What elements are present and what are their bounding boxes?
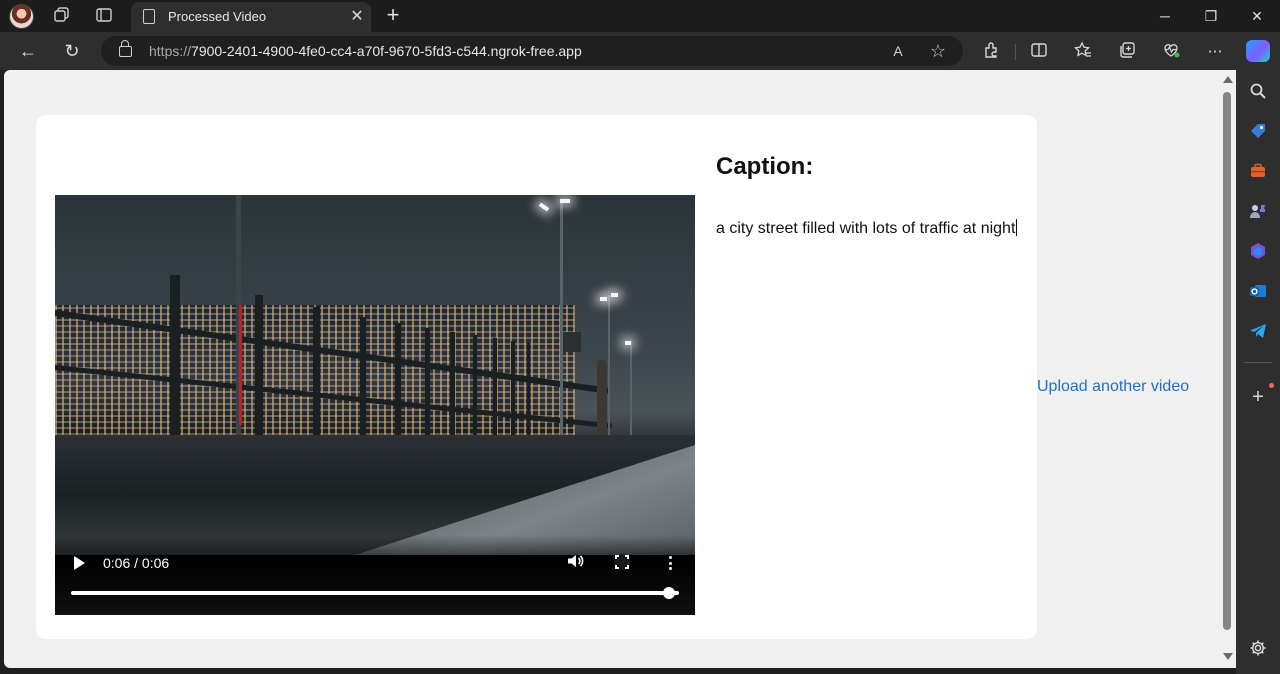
content-card: 0:06 / 0:06 Caption: a city street fille… bbox=[36, 115, 1037, 639]
street-lamp bbox=[625, 341, 631, 345]
lamp-pole bbox=[630, 340, 632, 435]
volume-icon[interactable] bbox=[566, 552, 584, 575]
street-lamp bbox=[611, 293, 618, 297]
sign-board bbox=[563, 332, 581, 352]
street-lamp bbox=[600, 297, 607, 301]
address-bar[interactable]: https://7900-2401-4900-4fe0-cc4-a70f-967… bbox=[101, 36, 963, 66]
railing-post bbox=[425, 328, 430, 435]
add-icon[interactable]: + bbox=[1247, 386, 1269, 408]
railing-post bbox=[255, 295, 263, 435]
back-button[interactable]: ← bbox=[16, 40, 40, 64]
favorites-icon[interactable] bbox=[1072, 41, 1094, 63]
sidebar-divider bbox=[1244, 362, 1272, 363]
edge-sidebar: + bbox=[1236, 70, 1280, 674]
railing-post bbox=[511, 341, 515, 435]
copilot-icon[interactable] bbox=[1246, 40, 1270, 62]
railing-post bbox=[170, 275, 180, 435]
restore-button[interactable]: ❐ bbox=[1196, 4, 1226, 28]
play-icon[interactable] bbox=[74, 556, 85, 570]
railing-post bbox=[473, 335, 477, 435]
toolbar-divider bbox=[1015, 44, 1016, 60]
red-stripe bbox=[239, 305, 242, 425]
lamp-pole bbox=[608, 295, 610, 435]
outlook-icon[interactable] bbox=[1247, 282, 1269, 304]
collections-icon[interactable] bbox=[1116, 41, 1138, 63]
favorite-star-icon[interactable]: ☆ bbox=[928, 41, 948, 61]
upload-another-video-link[interactable]: Upload another video bbox=[1037, 378, 1189, 396]
tools-icon[interactable] bbox=[1247, 162, 1269, 184]
page-icon bbox=[143, 9, 155, 24]
lock-icon[interactable] bbox=[119, 40, 132, 57]
railing-post bbox=[527, 343, 530, 435]
close-window-button[interactable]: ✕ bbox=[1242, 4, 1272, 28]
progress-bar[interactable] bbox=[71, 587, 679, 599]
scroll-down-arrow-icon[interactable] bbox=[1223, 653, 1233, 660]
railing-post bbox=[395, 323, 401, 435]
browser-toolbar: ← ↻ https://7900-2401-4900-4fe0-cc4-a70f… bbox=[0, 32, 1280, 70]
fullscreen-icon[interactable] bbox=[614, 554, 630, 570]
title-bar: Processed Video ✕ + ─ ❐ ✕ bbox=[0, 0, 1280, 32]
refresh-button[interactable]: ↻ bbox=[60, 40, 84, 64]
railing-post bbox=[450, 332, 455, 435]
video-player[interactable]: 0:06 / 0:06 bbox=[55, 195, 695, 615]
browser-window: Processed Video ✕ + ─ ❐ ✕ ← ↻ https://79… bbox=[0, 0, 1280, 674]
scroll-up-arrow-icon[interactable] bbox=[1223, 76, 1233, 83]
workspaces-icon[interactable] bbox=[52, 6, 72, 26]
tab-title: Processed Video bbox=[168, 9, 267, 24]
notification-dot bbox=[1269, 383, 1274, 388]
minimize-button[interactable]: ─ bbox=[1150, 4, 1180, 28]
street-lamp bbox=[538, 202, 550, 212]
railing-post bbox=[493, 338, 497, 435]
telegram-icon[interactable] bbox=[1247, 322, 1269, 344]
extensions-icon[interactable] bbox=[980, 41, 1002, 63]
scroll-thumb[interactable] bbox=[1223, 92, 1231, 630]
video-more-icon[interactable] bbox=[669, 556, 672, 570]
shopping-tag-icon[interactable] bbox=[1247, 122, 1269, 144]
street-lamp bbox=[560, 199, 570, 203]
read-aloud-icon[interactable]: A bbox=[888, 41, 908, 61]
caption-text: a city street filled with lots of traffi… bbox=[716, 219, 1018, 237]
split-screen-icon[interactable] bbox=[1028, 41, 1050, 63]
person-silhouette bbox=[597, 360, 607, 435]
profile-avatar[interactable] bbox=[9, 4, 34, 29]
office-icon[interactable] bbox=[1247, 242, 1269, 264]
tab-actions-icon[interactable] bbox=[94, 6, 114, 26]
more-options-icon[interactable]: ⋯ bbox=[1204, 41, 1226, 63]
close-tab-icon[interactable]: ✕ bbox=[347, 7, 367, 27]
games-icon[interactable] bbox=[1247, 202, 1269, 224]
railing-post bbox=[360, 317, 366, 435]
settings-icon[interactable] bbox=[1247, 639, 1269, 661]
search-icon[interactable] bbox=[1247, 82, 1269, 104]
video-frame bbox=[55, 195, 695, 555]
time-display: 0:06 / 0:06 bbox=[103, 555, 170, 571]
railing-post bbox=[313, 307, 320, 435]
video-controls: 0:06 / 0:06 bbox=[55, 535, 695, 615]
text-cursor bbox=[1016, 219, 1018, 236]
progress-thumb[interactable] bbox=[663, 587, 675, 599]
vertical-scrollbar[interactable] bbox=[1219, 70, 1236, 668]
page-viewport: 0:06 / 0:06 Caption: a city street fille… bbox=[4, 70, 1236, 668]
tab-processed-video[interactable]: Processed Video ✕ bbox=[131, 2, 371, 32]
url-text[interactable]: https://7900-2401-4900-4fe0-cc4-a70f-967… bbox=[149, 43, 582, 59]
performance-icon[interactable] bbox=[1160, 41, 1182, 63]
new-tab-button[interactable]: + bbox=[382, 4, 404, 27]
caption-heading: Caption: bbox=[716, 153, 814, 180]
lamp-pole bbox=[560, 203, 563, 435]
